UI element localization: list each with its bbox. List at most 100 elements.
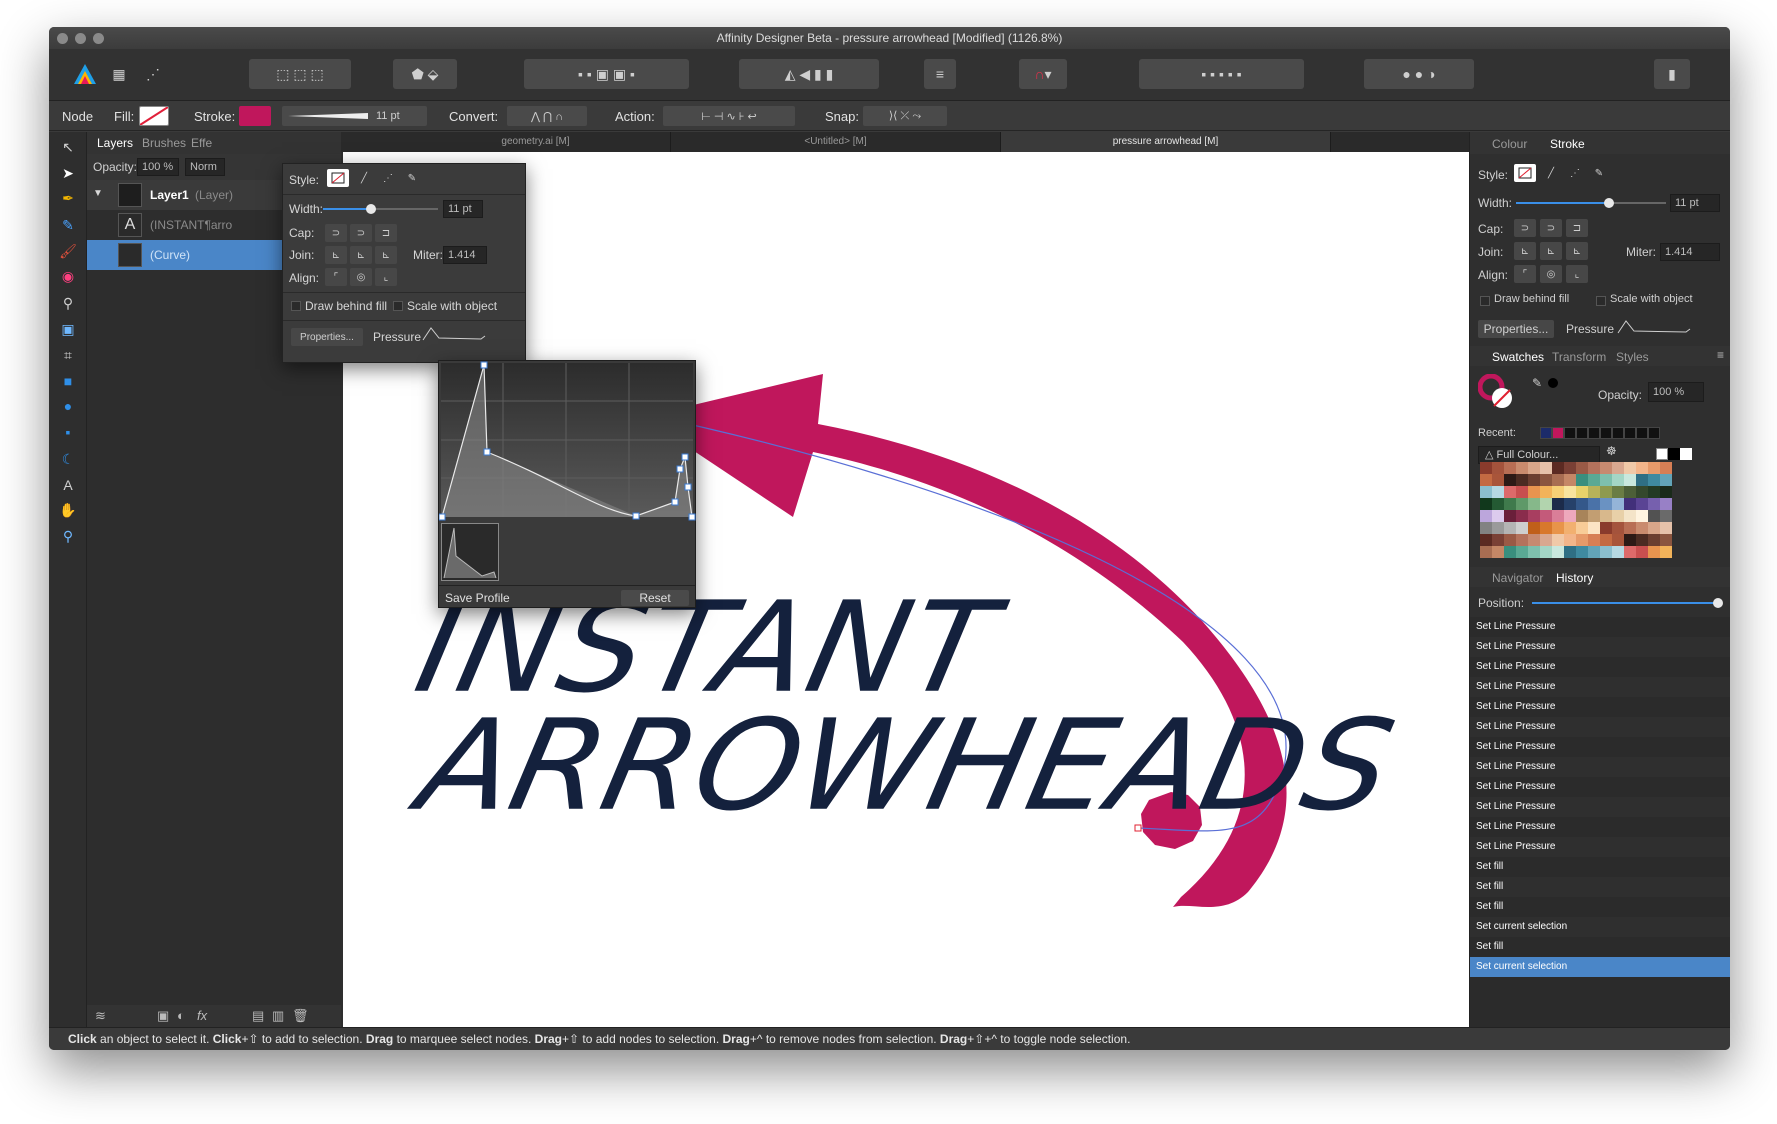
style-dashed-button[interactable]: ⋰	[377, 169, 399, 187]
width-field[interactable]: 11 pt	[443, 200, 483, 218]
draw-behind-fill-checkbox[interactable]	[1480, 296, 1490, 306]
pressure-curve-editor[interactable]	[439, 361, 697, 521]
color-swatch[interactable]	[1480, 546, 1492, 558]
color-swatch[interactable]	[1648, 498, 1660, 510]
join-miter-button[interactable]: ⊾	[1514, 242, 1536, 260]
style-brush-button[interactable]: ✎	[401, 169, 423, 187]
color-swatch[interactable]	[1660, 546, 1672, 558]
color-swatch[interactable]	[1636, 510, 1648, 522]
history-item[interactable]: Set current selection	[1470, 917, 1730, 937]
color-swatch[interactable]	[1564, 486, 1576, 498]
recent-swatch[interactable]	[1564, 427, 1576, 439]
join-bevel-button[interactable]: ⊾	[1566, 242, 1588, 260]
history-item[interactable]: Set Line Pressure	[1470, 737, 1730, 757]
color-swatch[interactable]	[1576, 486, 1588, 498]
color-swatch[interactable]	[1576, 522, 1588, 534]
width-field[interactable]: 11 pt	[1670, 194, 1720, 212]
color-swatch[interactable]	[1660, 486, 1672, 498]
color-swatch[interactable]	[1624, 546, 1636, 558]
color-swatch[interactable]	[1552, 522, 1564, 534]
history-item[interactable]: Set Line Pressure	[1470, 617, 1730, 637]
color-swatch[interactable]	[1492, 474, 1504, 486]
rectangle-tool-icon[interactable]: ■	[57, 370, 79, 392]
snap-buttons[interactable]: ⟩⟨ ⤫ ⤳	[863, 106, 947, 126]
color-swatch[interactable]	[1576, 534, 1588, 546]
tab-history[interactable]: History	[1556, 571, 1593, 585]
color-swatch[interactable]	[1540, 510, 1552, 522]
color-swatch[interactable]	[1612, 510, 1624, 522]
color-swatch[interactable]	[1612, 522, 1624, 534]
color-swatch[interactable]	[1540, 534, 1552, 546]
color-swatch[interactable]	[1576, 474, 1588, 486]
palette-options-icon[interactable]: ☸	[1606, 444, 1617, 458]
color-swatch[interactable]	[1648, 510, 1660, 522]
expand-triangle-icon[interactable]: ▼	[93, 188, 103, 199]
color-swatch[interactable]	[1528, 510, 1540, 522]
history-item[interactable]: Set Line Pressure	[1470, 817, 1730, 837]
color-swatch[interactable]	[1564, 510, 1576, 522]
color-swatch[interactable]	[1492, 498, 1504, 510]
arrange-group[interactable]: ▪ ▪ ▣ ▣ ▪	[524, 59, 689, 89]
width-slider-track[interactable]	[323, 204, 438, 214]
color-swatch[interactable]	[1504, 474, 1516, 486]
layers-icon[interactable]: ≋	[95, 1008, 106, 1024]
color-swatch[interactable]	[1588, 522, 1600, 534]
color-swatch[interactable]	[1528, 474, 1540, 486]
stroke-width-slider[interactable]: 11 pt	[282, 106, 427, 126]
fill-none-swatch[interactable]	[139, 106, 169, 126]
align-icon[interactable]: ≡	[924, 59, 956, 89]
color-swatch[interactable]	[1612, 546, 1624, 558]
adjustment-icon[interactable]: ◐	[177, 1008, 185, 1023]
color-swatch[interactable]	[1480, 498, 1492, 510]
width-slider-knob[interactable]	[1604, 198, 1614, 208]
color-swatch[interactable]	[1636, 522, 1648, 534]
color-swatch[interactable]	[1576, 462, 1588, 474]
white-swatch[interactable]	[1680, 448, 1692, 460]
color-swatch[interactable]	[1504, 534, 1516, 546]
color-swatch[interactable]	[1564, 498, 1576, 510]
tab-navigator[interactable]: Navigator	[1492, 571, 1543, 585]
color-swatch[interactable]	[1552, 546, 1564, 558]
history-item[interactable]: Set Line Pressure	[1470, 797, 1730, 817]
color-swatch[interactable]	[1624, 462, 1636, 474]
tab-effects[interactable]: Effe	[191, 136, 212, 150]
history-item[interactable]: Set fill	[1470, 877, 1730, 897]
color-swatch[interactable]	[1636, 546, 1648, 558]
style-dashed-button[interactable]: ⋰	[1564, 164, 1586, 182]
color-swatch[interactable]	[1492, 510, 1504, 522]
color-swatch[interactable]	[1528, 546, 1540, 558]
color-swatch[interactable]	[1504, 522, 1516, 534]
recent-swatches[interactable]	[1540, 427, 1670, 439]
color-swatch[interactable]	[1648, 462, 1660, 474]
color-swatch[interactable]	[1552, 534, 1564, 546]
color-swatch[interactable]	[1624, 522, 1636, 534]
color-swatch[interactable]	[1636, 486, 1648, 498]
tab-swatches[interactable]: Swatches	[1492, 350, 1544, 364]
moon-tool-icon[interactable]: ☾	[57, 448, 79, 470]
style-none-button[interactable]	[1514, 164, 1536, 182]
pressure-preview-icon[interactable]	[1616, 319, 1692, 335]
join-round-button[interactable]: ⊾	[350, 246, 372, 264]
opacity-field[interactable]: 100 %	[137, 158, 179, 176]
miter-field[interactable]: 1.414	[443, 246, 487, 264]
recent-swatch[interactable]	[1576, 427, 1588, 439]
selection-tools-group[interactable]: ⬚ ⬚ ⬚	[249, 59, 351, 89]
tab-colour[interactable]: Colour	[1492, 137, 1527, 151]
none-swatch[interactable]	[1656, 448, 1668, 460]
recent-swatch[interactable]	[1588, 427, 1600, 439]
cap-square-button[interactable]: ⊐	[375, 224, 397, 242]
opacity-field[interactable]: 100 %	[1648, 382, 1704, 402]
align-center-button[interactable]: ⌜	[1514, 265, 1536, 283]
convert-buttons[interactable]: ⋀ ⋂ ∩	[507, 106, 587, 126]
hand-tool-icon[interactable]: ✋	[57, 499, 79, 521]
color-swatch[interactable]	[1624, 534, 1636, 546]
inspector-toggle-icon[interactable]: ▮	[1654, 59, 1690, 89]
snapping-magnet-icon[interactable]: ∩ ▾	[1019, 59, 1067, 89]
color-swatch[interactable]	[1660, 534, 1672, 546]
recent-swatch[interactable]	[1636, 427, 1648, 439]
mask-icon[interactable]: ▣	[157, 1008, 169, 1024]
history-item[interactable]: Set fill	[1470, 937, 1730, 957]
black-swatch[interactable]	[1668, 448, 1680, 460]
miter-field[interactable]: 1.414	[1660, 243, 1720, 261]
cap-butt-button[interactable]: ⊃	[1514, 219, 1536, 237]
